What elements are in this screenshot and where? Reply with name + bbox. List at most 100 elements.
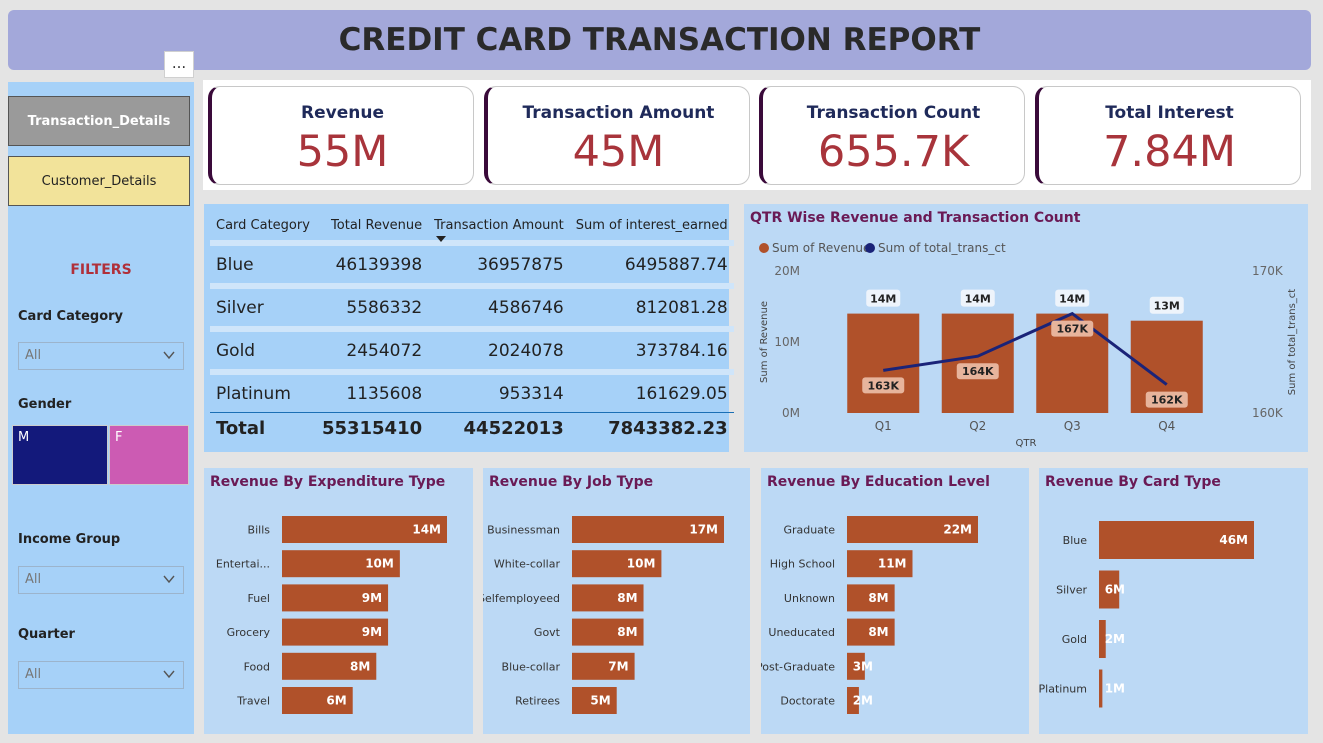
category-label: Doctorate [780, 695, 835, 708]
column-header[interactable]: Total Revenue [315, 210, 429, 244]
table-header-row: Card Category Total Revenue Transaction … [210, 210, 734, 244]
category-label: Uneducated [768, 626, 835, 639]
line-data-label: 162K [1151, 394, 1183, 407]
kpi-strip: Revenue 55M Transaction Amount 45M Trans… [203, 80, 1311, 190]
table-cell: Platinum [210, 369, 316, 413]
table-row[interactable]: Gold 2454072 2024078 373784.16 [210, 326, 734, 372]
card-category-label: Card Category [18, 309, 124, 324]
bar-data-label: 14M [1059, 293, 1085, 306]
quarter-dropdown[interactable]: All [18, 661, 184, 689]
data-label: 3M [853, 659, 873, 673]
table-row[interactable]: Platinum 1135608 953314 161629.05 [210, 369, 734, 413]
transaction-details-button[interactable]: Transaction_Details [8, 96, 190, 146]
card-type-chart-card: Revenue By Card Type Blue 46M Silver 6M Gold… [1039, 468, 1308, 734]
kpi-value: 45M [572, 127, 665, 177]
table-row[interactable]: Blue 46139398 36957875 6495887.74 [210, 240, 734, 286]
income-group-dropdown[interactable]: All [18, 566, 184, 594]
data-label: 8M [617, 625, 637, 639]
y-tick-label: 10M [774, 335, 800, 349]
qtr-chart-card: QTR Wise Revenue and Transaction Count S… [744, 204, 1308, 452]
gender-tile-f[interactable]: F [109, 425, 189, 485]
bar-data-label: 14M [870, 293, 896, 306]
y-tick-label: 0M [782, 406, 800, 420]
data-label: 8M [350, 659, 370, 673]
data-label: 10M [365, 557, 394, 571]
kpi-card-total-interest[interactable]: Total Interest 7.84M [1035, 86, 1301, 185]
data-label: 8M [868, 591, 888, 605]
job-type-bar-chart[interactable]: Businessman 17M White-collar 10M Selfemploye… [483, 468, 750, 734]
table-cell: 36957875 [428, 240, 570, 286]
data-label: 1M [1105, 682, 1125, 696]
kpi-card-transaction-amount[interactable]: Transaction Amount 45M [484, 86, 750, 185]
category-label: Unknown [784, 592, 835, 605]
table-cell: 7843382.23 [569, 412, 734, 443]
category-label: Post-Graduate [761, 660, 835, 673]
chevron-down-icon [163, 351, 175, 360]
income-group-label: Income Group [18, 532, 121, 547]
gender-label: Gender [18, 397, 72, 412]
data-label: 2M [853, 694, 873, 708]
bar [1099, 669, 1103, 708]
chevron-down-icon [163, 670, 175, 679]
page-title: CREDIT CARD TRANSACTION REPORT [338, 22, 981, 58]
data-label: 2M [1105, 632, 1125, 646]
category-label: Selfemployeed [483, 592, 560, 605]
data-label: 6M [326, 694, 346, 708]
category-label: Bills [248, 524, 271, 537]
kpi-label: Total Interest [1105, 103, 1234, 123]
card-category-table-card: Card Category Total Revenue Transaction … [204, 204, 734, 452]
customer-details-button[interactable]: Customer_Details [8, 156, 190, 206]
legend-item: Sum of total_trans_ct [878, 241, 1006, 255]
category-label: High School [770, 558, 835, 571]
table-cell: Total [210, 412, 316, 443]
x-tick-label: Q3 [1064, 419, 1081, 433]
data-label: 9M [362, 591, 382, 605]
table-total-row: Total 55315410 44522013 7843382.23 [210, 412, 734, 443]
data-label: 8M [617, 591, 637, 605]
table-row[interactable]: Silver 5586332 4586746 812081.28 [210, 283, 734, 329]
quarter-label: Quarter [18, 627, 75, 642]
category-label: Blue [1063, 534, 1088, 547]
x-tick-label: Q4 [1158, 419, 1175, 433]
kpi-value: 55M [296, 127, 389, 177]
table-cell: 812081.28 [569, 283, 734, 329]
table-cell: 6495887.74 [569, 240, 734, 286]
line-data-label: 163K [868, 379, 900, 392]
category-label: Travel [236, 695, 270, 708]
job-type-chart-card: Revenue By Job Type Businessman 17M White-… [483, 468, 750, 734]
category-label: Blue-collar [502, 660, 561, 673]
filters-title: FILTERS [70, 262, 132, 278]
qtr-chart[interactable]: Sum of Revenue Sum of total_trans_ct 0M 10M… [744, 204, 1308, 452]
education-bar-chart[interactable]: Graduate 22M High School 11M Unknown 8M Uneduc… [761, 468, 1029, 734]
table-cell: 46139398 [315, 240, 429, 286]
gender-tile-m[interactable]: M [12, 425, 108, 485]
category-label: Gold [1062, 633, 1087, 646]
column-header[interactable]: Sum of interest_earned [569, 210, 734, 244]
category-label: Platinum [1039, 683, 1087, 696]
kpi-label: Transaction Count [806, 103, 981, 123]
table-cell: 55315410 [315, 412, 429, 443]
column-header[interactable]: Transaction Amount [428, 210, 570, 244]
line-data-label: 164K [962, 365, 994, 378]
x-tick-label: Q1 [875, 419, 892, 433]
y-tick-label: 20M [774, 264, 800, 278]
more-options-icon[interactable]: ... [164, 51, 194, 78]
card-category-dropdown[interactable]: All [18, 342, 184, 370]
kpi-label: Revenue [301, 103, 384, 123]
table-cell: 4586746 [428, 283, 570, 329]
data-label: 9M [362, 625, 382, 639]
expenditure-bar-chart[interactable]: Bills 14M Entertai... 10M Fuel 9M Grocery 9M Foo… [204, 468, 473, 734]
legend-marker [865, 243, 875, 253]
category-label: Silver [1056, 584, 1087, 597]
kpi-card-transaction-count[interactable]: Transaction Count 655.7K [759, 86, 1025, 185]
data-label: 8M [868, 625, 888, 639]
kpi-card-revenue[interactable]: Revenue 55M [208, 86, 474, 185]
bar-data-label: 14M [965, 293, 991, 306]
legend-marker [759, 243, 769, 253]
table-cell: 5586332 [315, 283, 429, 329]
column-header[interactable]: Card Category [210, 210, 316, 244]
card-category-table: Card Category Total Revenue Transaction … [210, 210, 734, 443]
table-cell: 953314 [428, 369, 570, 413]
x-axis-title: QTR [1016, 438, 1037, 449]
card-type-bar-chart[interactable]: Blue 46M Silver 6M Gold 2M Platinum 1M [1039, 468, 1308, 734]
